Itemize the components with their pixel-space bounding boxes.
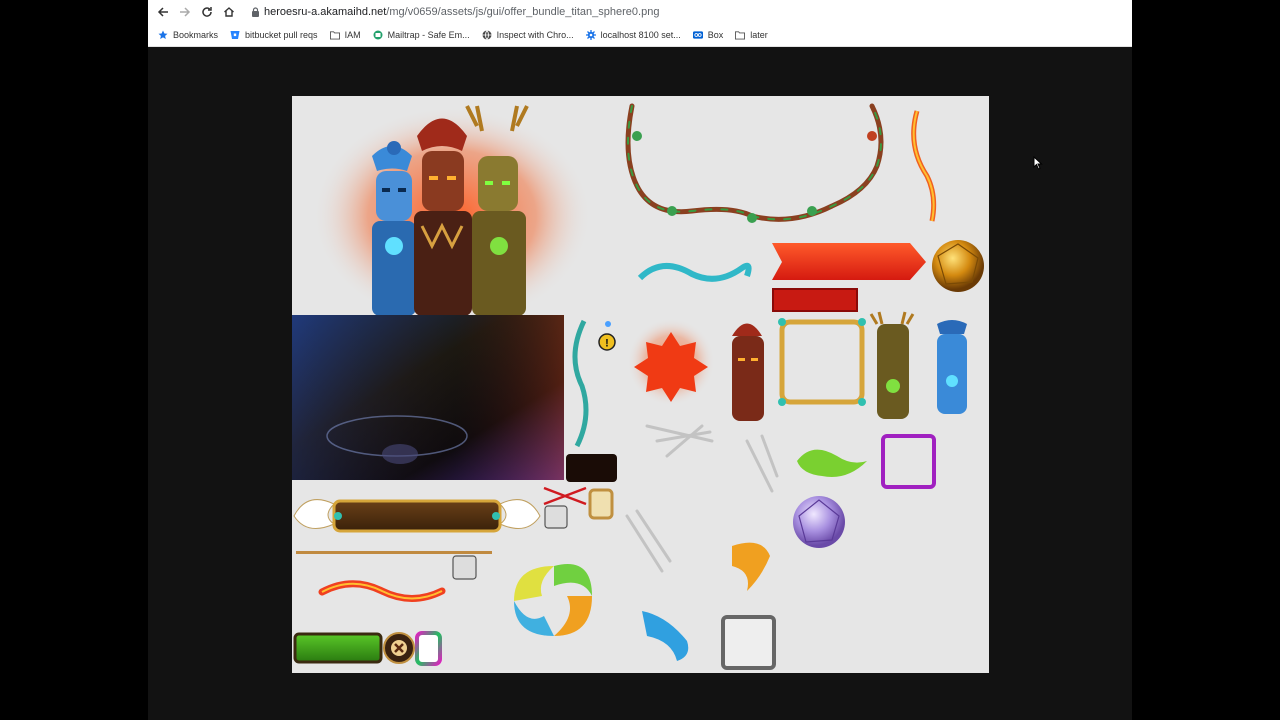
bookmark-bookmarks[interactable]: Bookmarks: [158, 30, 218, 40]
water-totem-figure: [937, 320, 967, 414]
water-swirl-ornament: [637, 262, 752, 282]
teal-vine-column: [572, 319, 589, 448]
close-circle-icon: [383, 632, 415, 664]
lock-icon: [246, 7, 264, 17]
globe-icon: [482, 30, 492, 40]
red-cross-mark: [543, 486, 587, 506]
bookmark-label: bitbucket pull reqs: [245, 30, 318, 40]
empty-square-slot: [452, 555, 477, 580]
vine-border-ornament: [625, 103, 884, 223]
orange-flame: [732, 542, 770, 591]
red-ribbon-banner: [772, 243, 926, 280]
url-path: /mg/v0659/assets/js/gui/offer_bundle_tit…: [386, 6, 660, 18]
winged-bronze-bar: [293, 499, 541, 533]
back-arrow-icon: [157, 7, 168, 17]
green-progress-bar: [293, 632, 383, 664]
bookmark-label: Box: [707, 30, 724, 40]
earth-totem-figure: [869, 311, 915, 419]
bookmark-later[interactable]: later: [735, 30, 768, 40]
fire-totem-figure: [732, 323, 764, 421]
bookmark-mailtrap[interactable]: Mailtrap - Safe Em...: [373, 30, 470, 40]
bookmark-box[interactable]: Box: [692, 30, 724, 40]
star-icon: [158, 30, 168, 40]
forward-button[interactable]: [174, 1, 196, 23]
url-host: heroesru-a.akamaihd.net: [264, 6, 387, 18]
alert-badge: !: [598, 333, 616, 351]
gold-divider-line: [296, 551, 492, 554]
box-icon: [692, 30, 703, 40]
sprite-sheet-image: !: [292, 96, 989, 673]
grey-square-frame: [721, 615, 776, 670]
folder-icon: [329, 30, 340, 40]
folder-icon: [735, 30, 746, 40]
bookmark-label: Inspect with Chro...: [496, 30, 574, 40]
forward-arrow-icon: [180, 7, 191, 17]
bookmark-label: IAM: [344, 30, 361, 40]
alert-badge-text: !: [605, 338, 609, 350]
bookmark-inspect[interactable]: Inspect with Chro...: [482, 30, 574, 40]
fire-vine-ornament: [911, 110, 937, 222]
reload-button[interactable]: [196, 1, 218, 23]
bookmark-iam[interactable]: IAM: [329, 30, 361, 40]
green-flame-swirl: [797, 449, 867, 477]
back-button[interactable]: [152, 1, 174, 23]
gold-small-frame: [588, 488, 614, 520]
elemental-vortex: [514, 564, 592, 636]
home-icon: [224, 7, 234, 17]
rainbow-frame: [415, 631, 442, 666]
home-button[interactable]: [218, 1, 240, 23]
bookmarks-bar: Bookmarks bitbucket pull reqs IAM Mailtr…: [148, 24, 1132, 47]
bookmark-localhost[interactable]: localhost 8100 set...: [585, 30, 681, 40]
gold-square-frame: [779, 319, 865, 405]
bitbucket-icon: [230, 30, 240, 40]
mouse-cursor-icon: [1033, 156, 1043, 170]
dark-rounded-button: [566, 454, 617, 482]
mailtrap-icon: [373, 30, 383, 40]
bookmark-bitbucket[interactable]: bitbucket pull reqs: [230, 30, 318, 40]
red-ribbon-small: [772, 288, 858, 312]
reload-icon: [202, 7, 212, 17]
browser-toolbar: heroesru-a.akamaihd.net/mg/v0659/assets/…: [148, 0, 1132, 24]
address-bar[interactable]: heroesru-a.akamaihd.net/mg/v0659/assets/…: [246, 2, 1126, 22]
empty-square-slot: [544, 505, 568, 529]
titans-group-art: [312, 105, 592, 326]
bookmark-label: later: [750, 30, 768, 40]
gear-icon: [585, 30, 596, 40]
purple-square-frame: [881, 434, 936, 489]
blue-flame: [642, 611, 689, 661]
bookmark-label: localhost 8100 set...: [600, 30, 681, 40]
bookmark-label: Bookmarks: [173, 30, 219, 40]
bookmark-label: Mailtrap - Safe Em...: [387, 30, 470, 40]
